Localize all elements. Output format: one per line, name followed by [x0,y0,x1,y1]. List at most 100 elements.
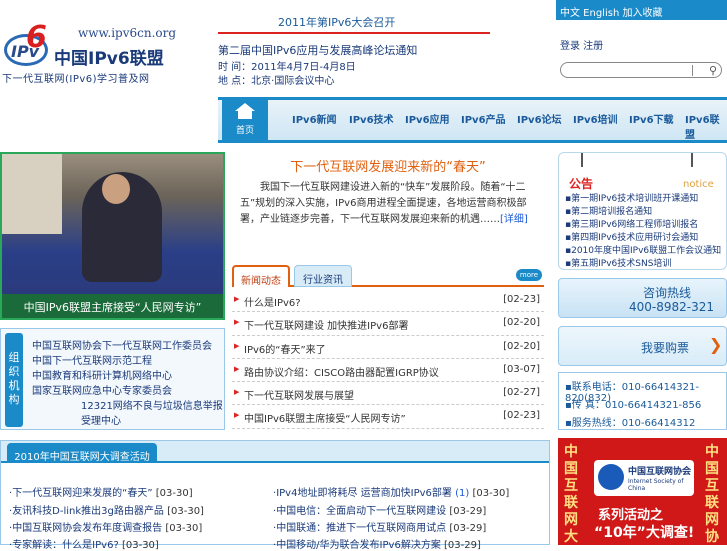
list-item[interactable]: ·下一代互联网迎来发展的“春天” [03-30] [9,484,193,499]
notice-item[interactable]: ▪第五期IPv6技术SNS培训 [565,256,671,269]
notice-item[interactable]: ▪第三期IPv6网络工程师培训报名 [565,217,698,230]
bullet-icon: ▶ [234,411,240,420]
feature-body: 我国下一代互联网建设进入新的“快车”发展阶段。随着“十二五”规划的深入实施，IP… [240,182,528,225]
contact-line: ▪服务热线：010-66414312 [565,418,696,429]
photo-window [2,154,62,234]
search-box: ⚲ [560,62,722,78]
news-title[interactable]: 路由协议介绍：CISCO路由器配置IGRP协议 [244,364,439,379]
ad-vertical-right: 中国互联网协 [705,444,719,545]
list-item[interactable]: ·中国互联网协会发布年度调查报告 [03-30] [9,519,202,534]
bullet-icon: ▶ [234,341,240,350]
org-link[interactable]: 中国教育和科研计算机网络中心 [32,367,172,382]
search-input[interactable] [567,63,697,77]
news-date: [02-27] [503,387,540,399]
ad-line-1: 系列活动之 [598,508,664,523]
nav-home[interactable]: 首页 [222,97,268,143]
photo-caption[interactable]: 中国IPv6联盟主席接受“人民网专访” [2,294,223,318]
org-link[interactable]: 国家互联网应急中心专家委员会 [32,382,172,397]
nav-item[interactable]: IPv6应用 [405,111,450,126]
notice-box: 公告 notice ▪第一期IPv6技术培训班开课通知 ▪第二期培训报名通知 ▪… [558,152,727,270]
survey-ad-banner[interactable]: 中国互联网大 中国互联网协 中国互联网协会 Internet Society o… [558,438,727,545]
list-item[interactable]: ▶ IPv6的“春天”来了 [02-20] [232,336,544,359]
list-item[interactable]: ·专家解读：什么是IPv6? [03-30] [9,536,159,551]
site-slogan: 下一代互联网(IPv6)学习普及网 [2,74,150,85]
nav-item[interactable]: IPv6培训 [573,111,618,126]
nav-item[interactable]: IPv6新闻 [292,111,337,126]
news-title[interactable]: 中国IPv6联盟主席接受“人民网专访” [244,410,406,425]
nav-item[interactable]: IPv6联盟 [685,111,727,141]
list-item[interactable]: ▶ 下一代互联网发展与展望 [02-27] [232,382,544,406]
header-tools: 中文 English 加入收藏 登录 注册 ⚲ [556,0,727,95]
nav-home-label: 首页 [235,126,254,136]
notice-item[interactable]: ▪第一期IPv6技术培训班开课通知 [565,191,698,204]
notice-english: notice [683,179,714,190]
list-item[interactable]: ▶ 路由协议介绍：CISCO路由器配置IGRP协议 [03-07] [232,359,544,383]
news-date: [02-20] [503,340,540,352]
site-url: www.ipv6cn.org [78,26,177,40]
org-link[interactable]: 12321网络不良与垃圾信息举报 [81,397,223,412]
top-news-headline[interactable]: 第二届中国IPv6应用与发展高峰论坛通知 [218,42,417,58]
photo-face [102,174,130,204]
news-date: [02-20] [503,317,540,329]
list-item[interactable]: ▶ 什么是IPv6? [02-23] [232,289,544,313]
contact-box: ▪联系电话：010-66414321-820(832) ▪传 真：010-664… [558,372,727,430]
language-bar[interactable]: 中文 English 加入收藏 [556,0,727,20]
list-item[interactable]: ·IPv4地址即将耗尽 运营商加快IPv6部署 (1) [03-30] [273,484,509,499]
site-logo[interactable]: www.ipv6cn.org IPv 6 中国IPv6联盟 下一代互联网(IPv… [0,0,215,95]
contact-line: ▪传 真：010-66414321-856 [565,400,702,411]
feature-more-link[interactable]: [详细] [500,214,528,225]
pin-icon [577,153,583,167]
notice-item[interactable]: ▪第四期IPv6技术应用研讨会通知 [565,230,698,243]
notice-item[interactable]: ▪第二期培训报名通知 [565,204,652,217]
ad-line-2: “10年”大调查! [594,525,695,541]
org-link[interactable]: 受理中心 [81,412,121,427]
bullet-icon: ▶ [234,318,240,327]
organizations-box: 组织机构 中国互联网协会下一代互联网工作委员会 中国下一代互联网示范工程 中国教… [0,328,225,430]
top-news-date: 时 间：2011年4月7日-4月8日 [218,62,356,73]
login-links[interactable]: 登录 注册 [560,37,603,52]
buy-ticket-label: 我要购票 [641,341,690,355]
more-icon[interactable]: more [516,269,542,281]
ad-vertical-left: 中国互联网大 [564,444,578,545]
list-item[interactable]: ·中国移动/华为联合发布IPv6解决方案 [03-29] [273,536,481,551]
list-item[interactable]: ▶ 中国IPv6联盟主席接受“人民网专访” [02-23] [232,405,544,429]
list-item[interactable]: ·中国联通：推进下一代互联网商用试点 [03-29] [273,519,486,534]
news-title[interactable]: 什么是IPv6? [244,294,301,309]
nav-item[interactable]: IPv6技术 [349,111,394,126]
tab-news[interactable]: 新闻动态 [232,265,290,287]
top-news: 2011年第IPv6大会召开 第二届中国IPv6应用与发展高峰论坛通知 时 间：… [218,10,538,95]
tab-industry[interactable]: 行业资讯 [294,265,352,287]
list-item[interactable]: ·友讯科技D-link推出3g路由器产品 [03-30] [9,502,204,517]
news-title[interactable]: IPv6的“春天”来了 [244,341,326,356]
org-link[interactable]: 中国下一代互联网示范工程 [32,352,152,367]
ipv6-logo-six: 6 [26,20,47,55]
pin-icon [687,153,693,167]
nav-item[interactable]: IPv6论坛 [517,111,562,126]
notice-item[interactable]: ▪2010年度中国IPv6联盟工作会议通知 [565,243,721,256]
featured-photo[interactable]: 中国IPv6联盟主席接受“人民网专访” [0,152,225,320]
org-link[interactable]: 中国互联网协会下一代互联网工作委员会 [32,337,212,352]
news-date: [03-07] [503,363,540,375]
bullet-icon: ▶ [234,388,240,397]
news-title[interactable]: 下一代互联网发展与展望 [244,387,354,402]
nav-item[interactable]: IPv6产品 [461,111,506,126]
survey-tabbar: 2010年中国互联网大调查活动 [1,441,549,463]
news-date: [02-23] [503,410,540,422]
top-news-place: 地 点：北京·国际会议中心 [218,76,335,87]
arrow-right-icon: ❯ [709,335,723,354]
divider [218,32,490,34]
list-item[interactable]: ·中国电信：全面启动下一代互联网建设 [03-29] [273,502,486,517]
buy-ticket-banner[interactable]: 我要购票 ❯ [558,326,727,366]
search-icon[interactable]: ⚲ [709,64,717,77]
site-name: 中国IPv6联盟 [54,49,164,69]
news-title[interactable]: 下一代互联网建设 加快推进IPv6部署 [244,317,408,332]
tab-survey[interactable]: 2010年中国互联网大调查活动 [7,443,157,463]
hotline-banner[interactable]: 咨询热线 400-8982-321 [558,278,727,318]
nav-item[interactable]: IPv6下载 [629,111,674,126]
feature-title[interactable]: 下一代互联网发展迎来新的“春天” [232,156,544,175]
organizations-label: 组织机构 [5,333,23,427]
list-item[interactable]: ▶ 下一代互联网建设 加快推进IPv6部署 [02-20] [232,312,544,336]
top-news-title[interactable]: 2011年第IPv6大会召开 [278,14,395,30]
ad-org-cn: 中国互联网协会 [628,467,692,477]
bullet-icon: ▶ [234,295,240,303]
